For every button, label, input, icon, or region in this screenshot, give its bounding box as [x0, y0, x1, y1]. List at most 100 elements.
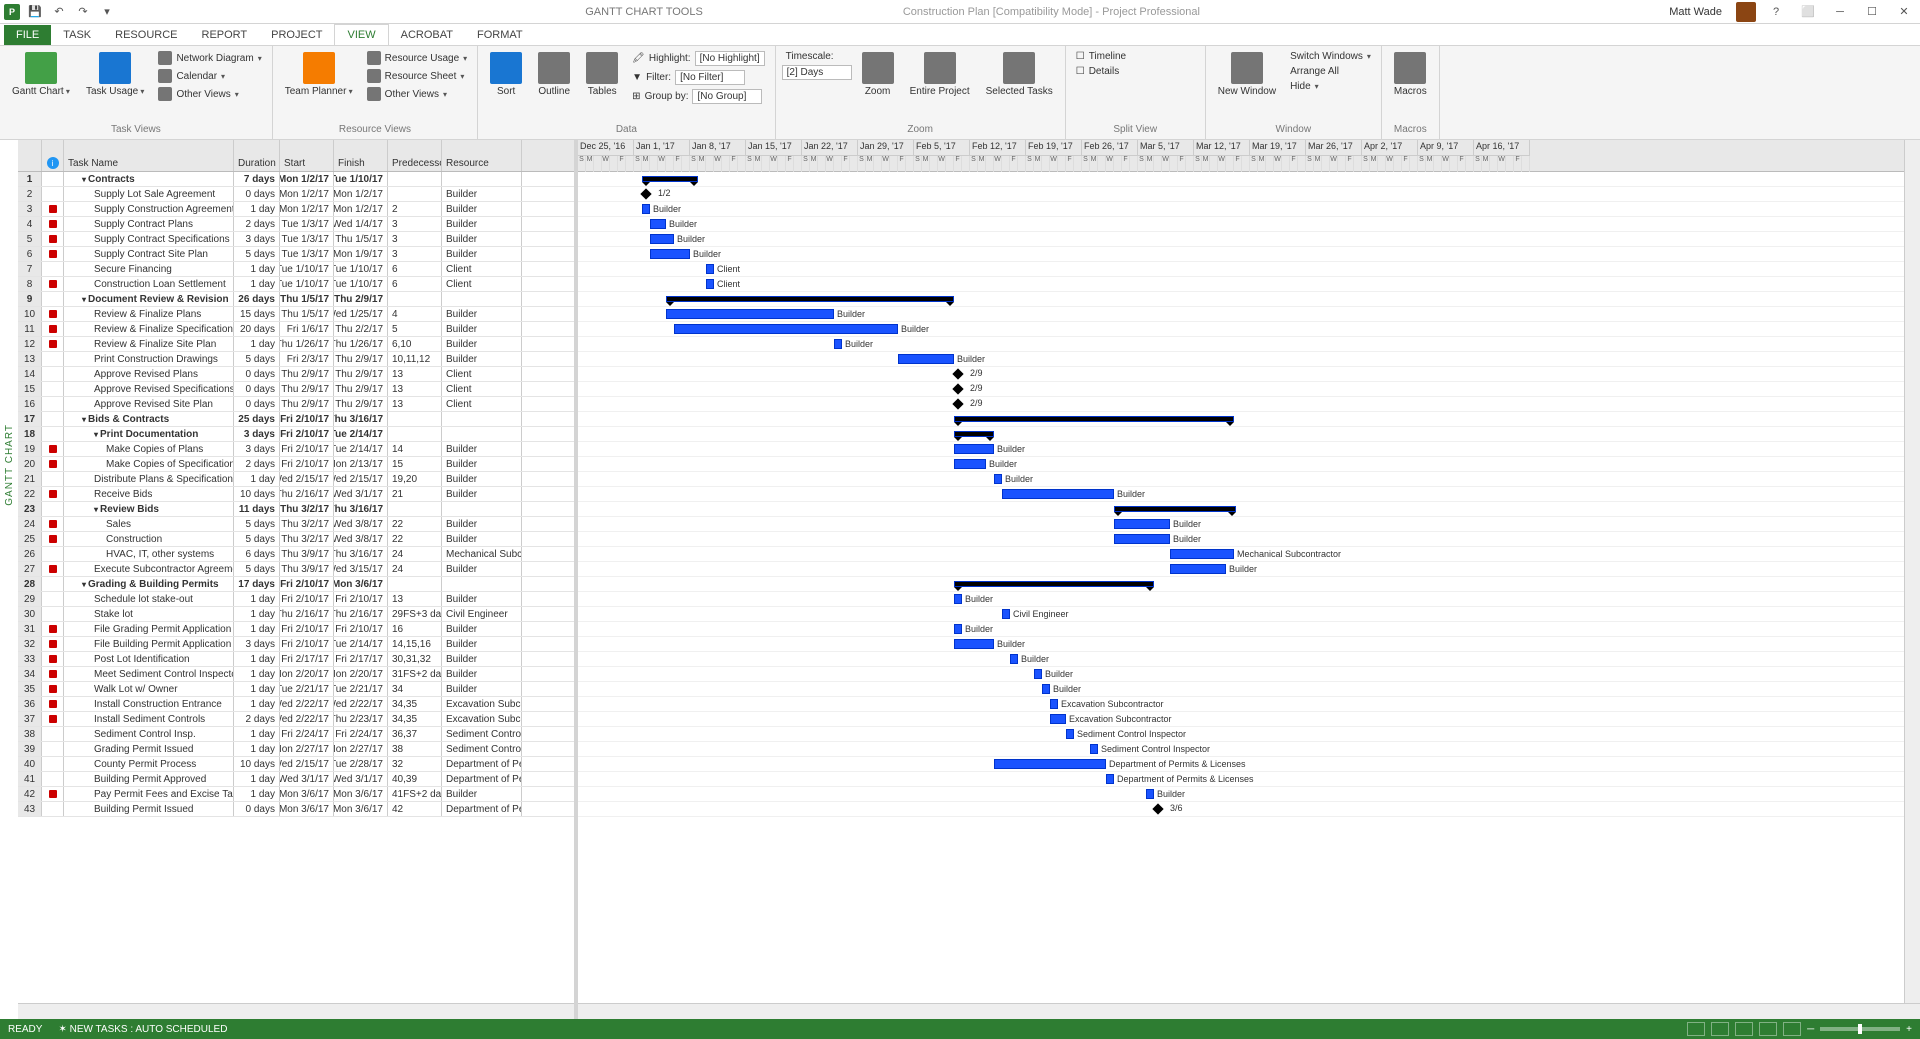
table-row[interactable]: 22Receive Bids10 daysThu 2/16/17Wed 3/1/…: [18, 487, 574, 502]
task-bar[interactable]: Builder: [1034, 669, 1042, 679]
qat-dropdown-icon[interactable]: ▾: [98, 3, 116, 21]
view-task-usage-icon[interactable]: [1711, 1022, 1729, 1036]
tab-resource[interactable]: RESOURCE: [103, 25, 189, 45]
gantt-body[interactable]: 1/2BuilderBuilderBuilderBuilderClientCli…: [578, 172, 1920, 817]
avatar[interactable]: [1736, 2, 1756, 22]
table-row[interactable]: 31File Grading Permit Application1 dayFr…: [18, 622, 574, 637]
gantt-vscroll[interactable]: [1904, 140, 1920, 1003]
table-row[interactable]: 25Construction5 daysThu 3/2/17Wed 3/8/17…: [18, 532, 574, 547]
week-header[interactable]: Apr 9, '17: [1418, 140, 1474, 156]
task-bar[interactable]: Civil Engineer: [1002, 609, 1010, 619]
week-header[interactable]: Apr 16, '17: [1474, 140, 1530, 156]
gantt-row[interactable]: [578, 577, 1920, 592]
table-row[interactable]: 32File Building Permit Application3 days…: [18, 637, 574, 652]
col-name[interactable]: Task Name: [64, 140, 234, 171]
table-row[interactable]: 11Review & Finalize Specifications20 day…: [18, 322, 574, 337]
tab-project[interactable]: PROJECT: [259, 25, 334, 45]
table-row[interactable]: 5Supply Contract Specifications3 daysTue…: [18, 232, 574, 247]
summary-bar[interactable]: [954, 581, 1154, 587]
gantt-row[interactable]: Builder: [578, 667, 1920, 682]
timeline-check[interactable]: ☐Timeline: [1072, 50, 1130, 63]
tab-acrobat[interactable]: ACROBAT: [389, 25, 465, 45]
zoom-in-icon[interactable]: +: [1906, 1024, 1912, 1035]
task-bar[interactable]: Builder: [898, 354, 954, 364]
new-window-button[interactable]: New Window: [1212, 48, 1282, 101]
summary-bar[interactable]: [642, 176, 698, 182]
view-resource-sheet-icon[interactable]: [1759, 1022, 1777, 1036]
task-bar[interactable]: Builder: [834, 339, 842, 349]
task-bar[interactable]: Builder: [1002, 489, 1114, 499]
week-header[interactable]: Jan 8, '17: [690, 140, 746, 156]
gantt-row[interactable]: 2/9: [578, 367, 1920, 382]
task-bar[interactable]: Builder: [642, 204, 650, 214]
table-row[interactable]: 27Execute Subcontractor Agreements5 days…: [18, 562, 574, 577]
gantt-row[interactable]: 2/9: [578, 397, 1920, 412]
gantt-row[interactable]: [578, 427, 1920, 442]
minimize-icon[interactable]: ─: [1828, 3, 1852, 21]
gantt-row[interactable]: Builder: [578, 247, 1920, 262]
table-row[interactable]: 42Pay Permit Fees and Excise Taxes1 dayM…: [18, 787, 574, 802]
col-rownum[interactable]: [18, 140, 42, 171]
gantt-row[interactable]: Builder: [578, 457, 1920, 472]
gantt-row[interactable]: Builder: [578, 592, 1920, 607]
milestone[interactable]: [1152, 803, 1163, 814]
gantt-chart-button[interactable]: Gantt Chart: [6, 48, 76, 101]
week-header[interactable]: Feb 12, '17: [970, 140, 1026, 156]
gantt-row[interactable]: Sediment Control Inspector: [578, 742, 1920, 757]
gantt-row[interactable]: Client: [578, 277, 1920, 292]
tab-view[interactable]: VIEW: [334, 24, 388, 45]
task-bar[interactable]: Builder: [1170, 564, 1226, 574]
gantt-row[interactable]: Client: [578, 262, 1920, 277]
macros-button[interactable]: Macros: [1388, 48, 1433, 101]
team-planner-button[interactable]: Team Planner: [279, 48, 359, 101]
view-report-icon[interactable]: [1783, 1022, 1801, 1036]
tables-button[interactable]: Tables: [580, 48, 624, 101]
task-bar[interactable]: Builder: [674, 324, 898, 334]
close-icon[interactable]: ✕: [1892, 3, 1916, 21]
gantt-row[interactable]: Builder: [578, 322, 1920, 337]
task-bar[interactable]: Builder: [954, 624, 962, 634]
group-filter[interactable]: ⊞Group by:[No Group]: [628, 88, 768, 105]
gantt-row[interactable]: Excavation Subcontractor: [578, 697, 1920, 712]
gantt-row[interactable]: [578, 502, 1920, 517]
gantt-row[interactable]: Builder: [578, 202, 1920, 217]
table-row[interactable]: 2Supply Lot Sale Agreement0 daysMon 1/2/…: [18, 187, 574, 202]
table-row[interactable]: 9Document Review & Revision26 daysThu 1/…: [18, 292, 574, 307]
week-header[interactable]: Feb 5, '17: [914, 140, 970, 156]
gantt-row[interactable]: 1/2: [578, 187, 1920, 202]
table-row[interactable]: 33Post Lot Identification1 dayFri 2/17/1…: [18, 652, 574, 667]
user-name[interactable]: Matt Wade: [1669, 6, 1722, 18]
task-bar[interactable]: Builder: [1010, 654, 1018, 664]
tab-format[interactable]: FORMAT: [465, 25, 535, 45]
gantt-row[interactable]: Sediment Control Inspector: [578, 727, 1920, 742]
table-row[interactable]: 39Grading Permit Issued1 dayMon 2/27/17M…: [18, 742, 574, 757]
week-header[interactable]: Mar 5, '17: [1138, 140, 1194, 156]
week-header[interactable]: Mar 26, '17: [1306, 140, 1362, 156]
view-team-planner-icon[interactable]: [1735, 1022, 1753, 1036]
hide-button[interactable]: Hide: [1286, 80, 1375, 93]
col-duration[interactable]: Duration: [234, 140, 280, 171]
ribbon-collapse-icon[interactable]: ⬜: [1796, 3, 1820, 21]
gantt-row[interactable]: Builder: [578, 442, 1920, 457]
redo-icon[interactable]: ↷: [74, 3, 92, 21]
gantt-row[interactable]: 3/6: [578, 802, 1920, 817]
task-bar[interactable]: Builder: [650, 249, 690, 259]
week-header[interactable]: Jan 1, '17: [634, 140, 690, 156]
task-bar[interactable]: Department of Permits & Licenses: [994, 759, 1106, 769]
gantt-row[interactable]: Builder: [578, 232, 1920, 247]
save-icon[interactable]: 💾: [26, 3, 44, 21]
gantt-row[interactable]: Builder: [578, 487, 1920, 502]
task-bar[interactable]: Builder: [666, 309, 834, 319]
gantt-row[interactable]: Builder: [578, 562, 1920, 577]
table-row[interactable]: 7Secure Financing1 dayTue 1/10/17Tue 1/1…: [18, 262, 574, 277]
week-header[interactable]: Feb 26, '17: [1082, 140, 1138, 156]
filter-filter[interactable]: ▼Filter:[No Filter]: [628, 69, 768, 86]
table-row[interactable]: 28Grading & Building Permits17 daysFri 2…: [18, 577, 574, 592]
gantt-row[interactable]: [578, 172, 1920, 187]
table-row[interactable]: 19Make Copies of Plans3 daysFri 2/10/17T…: [18, 442, 574, 457]
gantt-row[interactable]: Civil Engineer: [578, 607, 1920, 622]
gantt-row[interactable]: 2/9: [578, 382, 1920, 397]
task-bar[interactable]: Builder: [650, 219, 666, 229]
zoom-slider[interactable]: [1820, 1027, 1900, 1031]
task-bar[interactable]: Builder: [994, 474, 1002, 484]
